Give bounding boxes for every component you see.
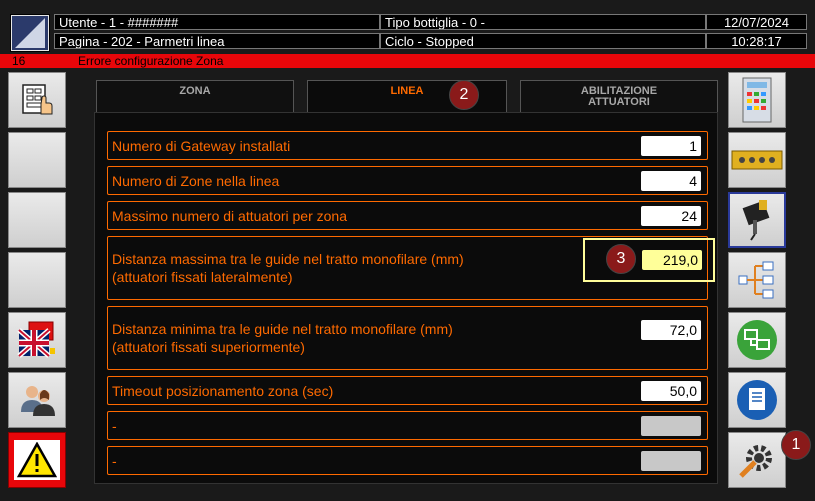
param-label: Numero di Zone nella linea bbox=[112, 173, 280, 189]
param-label: - bbox=[112, 453, 117, 469]
users-button[interactable] bbox=[8, 372, 66, 428]
blank-button-2[interactable] bbox=[8, 192, 66, 248]
actuator-button[interactable] bbox=[728, 192, 786, 248]
alarm-message: Errore configurazione Zona bbox=[78, 54, 224, 68]
header-bar: Utente - 1 - ####### Pagina - 202 - Parm… bbox=[0, 0, 815, 52]
warning-icon bbox=[17, 442, 57, 478]
blank-button-1[interactable] bbox=[8, 132, 66, 188]
tab-zona-label: ZONA bbox=[179, 85, 211, 97]
language-button[interactable] bbox=[8, 312, 66, 368]
gateway-button[interactable] bbox=[728, 132, 786, 188]
param-sublabel: (attuatori fissati superiormente) bbox=[112, 339, 305, 355]
callout-badge-3: 3 bbox=[606, 244, 636, 274]
document-button[interactable] bbox=[728, 372, 786, 428]
param-row-max-actuators: Massimo numero di attuatori per zona 24 bbox=[107, 201, 708, 230]
network-tree-icon bbox=[738, 261, 774, 299]
empty-field-1[interactable] bbox=[641, 416, 701, 436]
actuator-icon bbox=[742, 200, 770, 241]
param-label: Distanza minima tra le guide nel tratto … bbox=[112, 321, 453, 337]
tab-zona[interactable]: ZONA bbox=[96, 80, 294, 112]
cycle-status-label: Ciclo - Stopped bbox=[380, 33, 706, 49]
param-row-empty-2: - bbox=[107, 446, 708, 475]
user-label: Utente - 1 - ####### bbox=[54, 14, 380, 30]
param-label: Massimo numero di attuatori per zona bbox=[112, 208, 347, 224]
page-label: Pagina - 202 - Parmetri linea bbox=[54, 33, 380, 49]
monitors-icon bbox=[737, 320, 777, 360]
settings-button[interactable] bbox=[728, 432, 786, 488]
param-row-gateway: Numero di Gateway installati 1 bbox=[107, 131, 708, 160]
alarm-bar[interactable]: 16 Errore configurazione Zona bbox=[0, 54, 815, 68]
param-sublabel: (attuatori fissati lateralmente) bbox=[112, 269, 293, 285]
param-row-zones: Numero di Zone nella linea 4 bbox=[107, 166, 708, 195]
param-label: - bbox=[112, 418, 117, 434]
alarm-code: 16 bbox=[12, 54, 26, 68]
date-label: 12/07/2024 bbox=[706, 14, 807, 30]
param-row-empty-1: - bbox=[107, 411, 708, 440]
users-icon bbox=[21, 386, 55, 416]
keypad-hand-icon bbox=[22, 84, 53, 115]
network-tree-button[interactable] bbox=[728, 252, 786, 308]
zone-count-field[interactable]: 4 bbox=[641, 171, 701, 191]
callout-badge-2: 2 bbox=[449, 80, 479, 110]
monitors-button[interactable] bbox=[728, 312, 786, 368]
min-distance-field[interactable]: 72,0 bbox=[641, 320, 701, 340]
param-row-min-distance: Distanza minima tra le guide nel tratto … bbox=[107, 306, 708, 370]
control-panel-button[interactable] bbox=[728, 72, 786, 128]
keypad-button[interactable] bbox=[8, 72, 66, 128]
alarm-button[interactable] bbox=[8, 432, 66, 488]
param-label: Timeout posizionamento zona (sec) bbox=[112, 383, 334, 399]
time-label: 10:28:17 bbox=[706, 33, 807, 49]
uk-flag-icon bbox=[17, 321, 55, 358]
empty-field-2[interactable] bbox=[641, 451, 701, 471]
max-distance-field[interactable]: 219,0 bbox=[642, 250, 702, 270]
settings-gear-icon bbox=[739, 445, 772, 478]
timeout-field[interactable]: 50,0 bbox=[641, 381, 701, 401]
gateway-module-icon bbox=[731, 150, 783, 170]
document-icon bbox=[737, 380, 777, 420]
tab-abilitazione-attuatori[interactable]: ABILITAZIONE ATTUATORI bbox=[520, 80, 718, 112]
param-label: Distanza massima tra le guide nel tratto… bbox=[112, 251, 464, 267]
callout-badge-1: 1 bbox=[781, 430, 811, 460]
bottle-type-label: Tipo bottiglia - 0 - bbox=[380, 14, 706, 30]
tab-abilitazione-label: ABILITAZIONE ATTUATORI bbox=[580, 85, 658, 108]
blank-button-3[interactable] bbox=[8, 252, 66, 308]
max-actuators-field[interactable]: 24 bbox=[641, 206, 701, 226]
param-row-timeout: Timeout posizionamento zona (sec) 50,0 bbox=[107, 376, 708, 405]
app-logo-icon bbox=[10, 14, 50, 52]
param-label: Numero di Gateway installati bbox=[112, 138, 291, 154]
gateway-count-field[interactable]: 1 bbox=[641, 136, 701, 156]
control-panel-icon bbox=[742, 77, 772, 123]
